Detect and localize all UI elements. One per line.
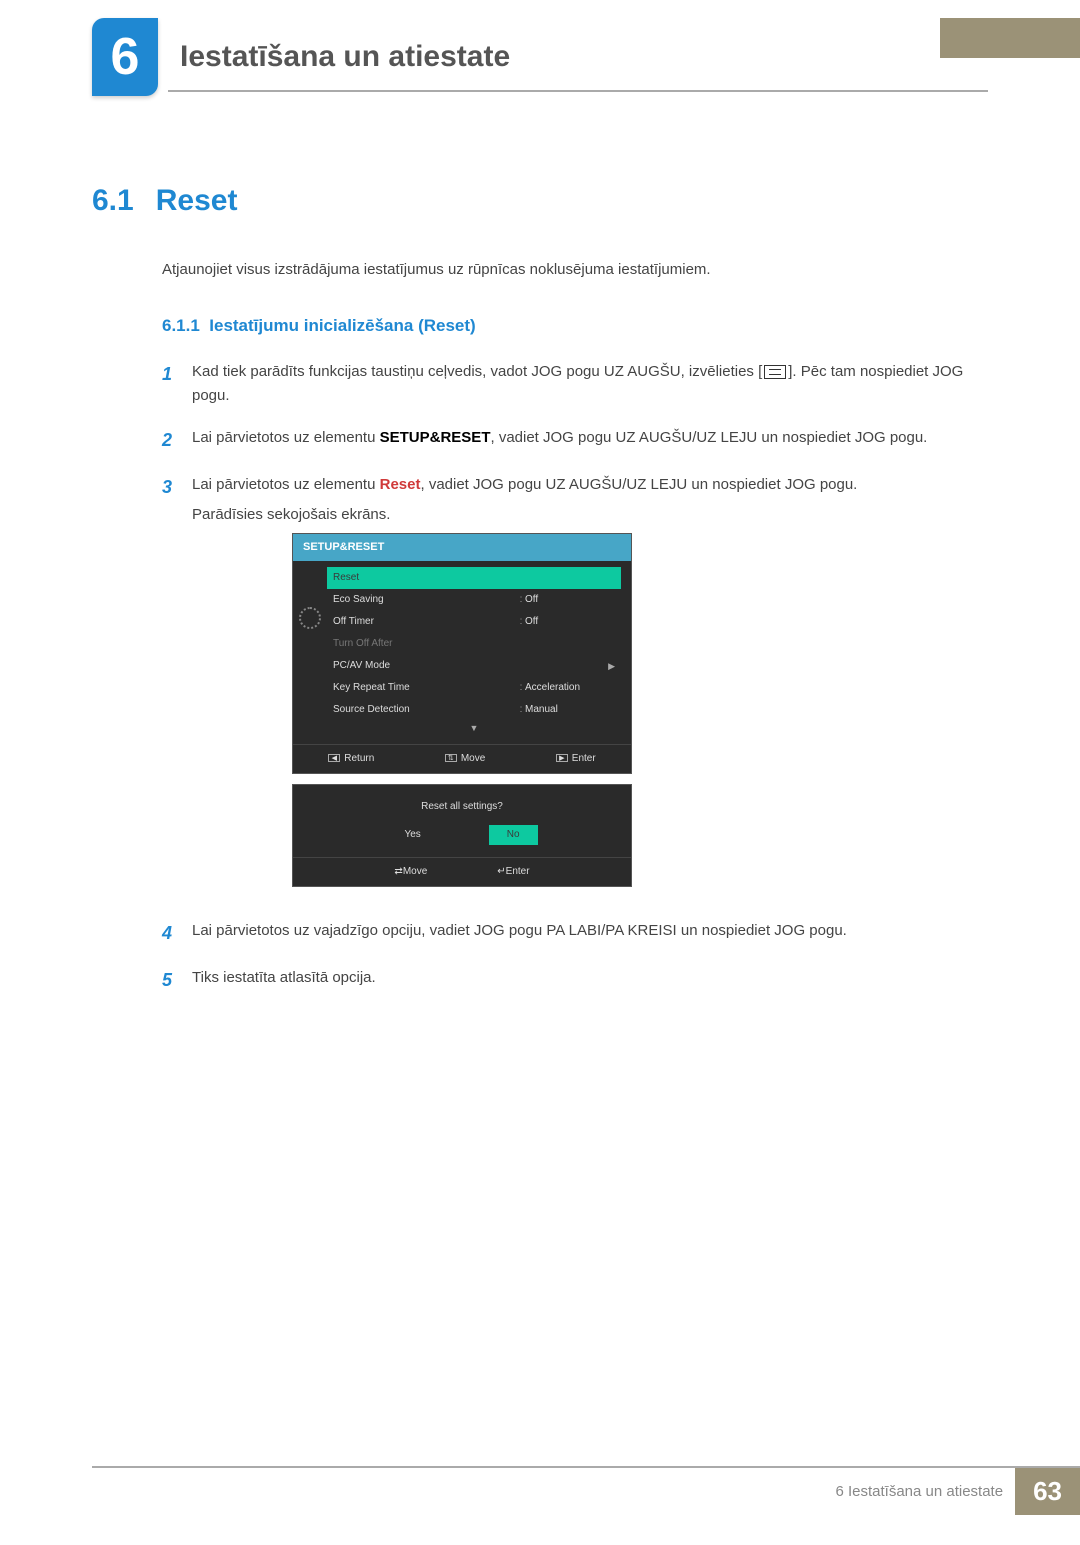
step-number: 4 <box>162 919 176 948</box>
footer-text: 6 Iestatīšana un atiestate <box>835 1483 1015 1500</box>
osd-row-turnoff: Turn Off After <box>327 633 621 655</box>
osd-confirm: Reset all settings? Yes No ⇄Move ↵Enter <box>292 784 632 887</box>
osd-row-offtimer: Off Timer:Off <box>327 611 621 633</box>
chapter-badge: 6 <box>92 18 158 96</box>
step-number: 3 <box>162 473 176 901</box>
subsection-title: Iestatījumu inicializēšana (Reset) <box>209 316 475 335</box>
osd-row-pcav: PC/AV Mode▶ <box>327 655 621 677</box>
section-intro: Atjaunojiet visus izstrādājuma iestatīju… <box>162 258 988 282</box>
section-title: Reset <box>156 184 238 218</box>
chapter-title: Iestatīšana un atiestate <box>180 40 510 74</box>
osd-confirm-footer: ⇄Move ↵Enter <box>293 857 631 886</box>
step-number: 5 <box>162 966 176 995</box>
chevron-right-icon: ▶ <box>608 659 615 673</box>
chapter-header: 6 Iestatīšana un atiestate <box>92 18 1080 96</box>
move-icon: ⇄ <box>394 866 402 877</box>
osd-row-eco: Eco Saving:Off <box>327 589 621 611</box>
page-footer: 6 Iestatīšana un atiestate 63 <box>92 1466 1080 1515</box>
step-4: 4 Lai pārvietotos uz vajadzīgo opciju, v… <box>162 919 988 948</box>
section-heading: 6.1 Reset <box>92 184 988 218</box>
chevron-down-icon: ▼ <box>327 721 621 739</box>
move-icon: ⇅ <box>445 754 457 762</box>
osd-row-source: Source Detection:Manual <box>327 699 621 721</box>
confirm-no: No <box>489 825 538 845</box>
return-icon: ◀ <box>328 754 340 762</box>
subsection-number: 6.1.1 <box>162 316 200 335</box>
step-3: 3 Lai pārvietotos uz elementu Reset, vad… <box>162 473 988 901</box>
step-body: Kad tiek parādīts funkcijas taustiņu ceļ… <box>192 360 988 408</box>
step-1: 1 Kad tiek parādīts funkcijas taustiņu c… <box>162 360 988 408</box>
step-number: 1 <box>162 360 176 408</box>
osd-footer: ◀Return ⇅Move ▶Enter <box>293 744 631 773</box>
step-5: 5 Tiks iestatīta atlasītā opcija. <box>162 966 988 995</box>
gear-icon <box>299 607 321 629</box>
confirm-yes: Yes <box>386 825 438 845</box>
step-body: Tiks iestatīta atlasītā opcija. <box>192 966 988 995</box>
osd-row-keyrepeat: Key Repeat Time:Acceleration <box>327 677 621 699</box>
step-2: 2 Lai pārvietotos uz elementu SETUP&RESE… <box>162 426 988 455</box>
section-number: 6.1 <box>92 184 134 218</box>
step-body: Lai pārvietotos uz elementu Reset, vadie… <box>192 473 988 901</box>
step-body: Lai pārvietotos uz vajadzīgo opciju, vad… <box>192 919 988 948</box>
osd-row-reset: Reset <box>327 567 621 589</box>
osd-title: SETUP&RESET <box>293 534 631 562</box>
step-body: Lai pārvietotos uz elementu SETUP&RESET,… <box>192 426 988 455</box>
enter-icon: ▶ <box>556 754 568 762</box>
menu-icon <box>764 365 786 379</box>
step-number: 2 <box>162 426 176 455</box>
enter-icon: ↵ <box>497 866 505 877</box>
osd-menu: SETUP&RESET Reset Eco Saving:Off Off Tim… <box>292 533 632 774</box>
subsection-heading: 6.1.1 Iestatījumu inicializēšana (Reset) <box>162 316 988 336</box>
page-number: 63 <box>1015 1468 1080 1515</box>
confirm-question: Reset all settings? <box>293 785 631 825</box>
